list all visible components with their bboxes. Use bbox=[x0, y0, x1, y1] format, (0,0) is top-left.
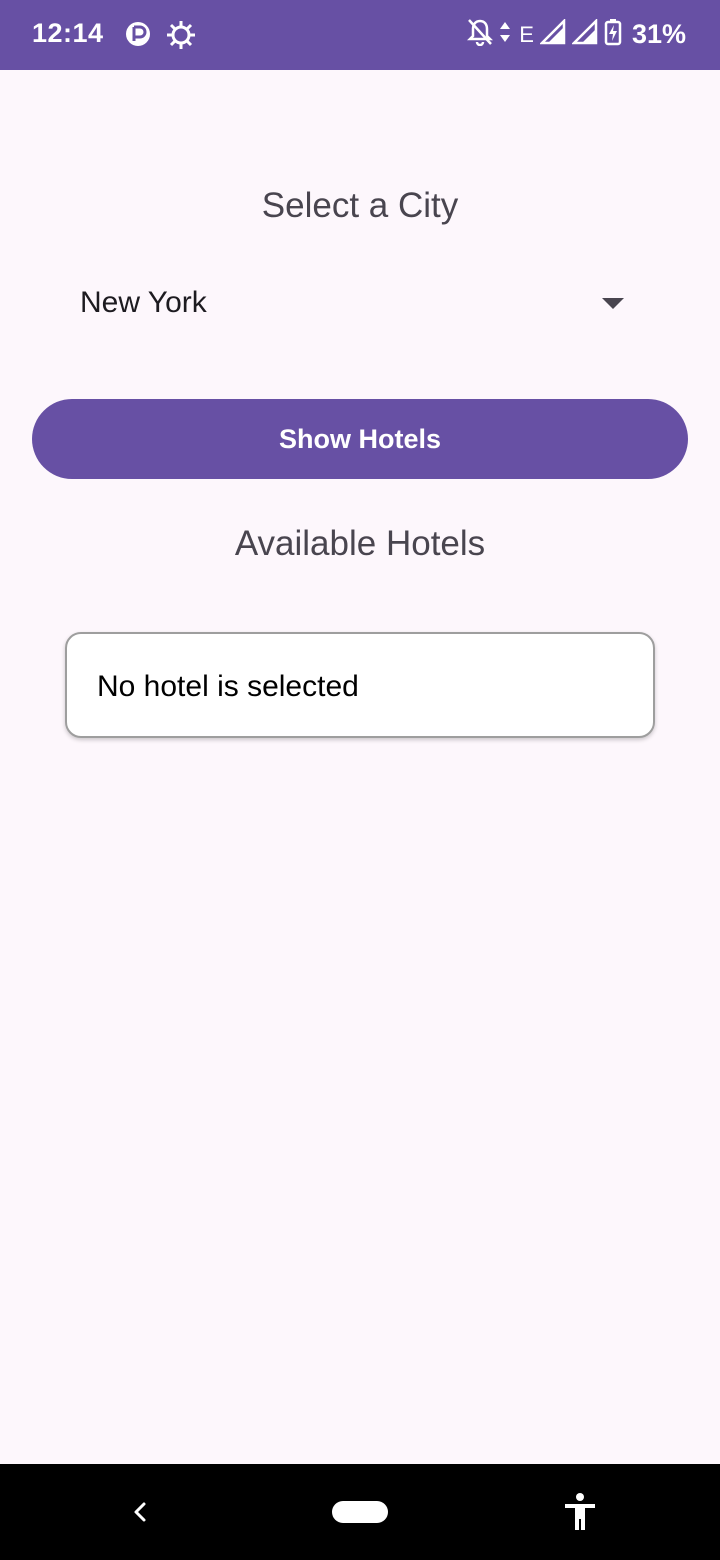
status-time: 12:14 bbox=[32, 18, 104, 48]
city-dropdown[interactable]: New York bbox=[64, 266, 656, 342]
data-saver-icon bbox=[124, 20, 152, 55]
status-right-icons: E 31% bbox=[467, 17, 686, 51]
data-arrows-icon bbox=[499, 20, 511, 49]
battery-charging-icon bbox=[604, 18, 622, 51]
chevron-down-icon bbox=[602, 298, 624, 309]
show-hotels-button[interactable]: Show Hotels bbox=[32, 399, 688, 479]
notifications-off-icon bbox=[467, 18, 494, 51]
signal-icon bbox=[538, 17, 566, 50]
hotel-card: No hotel is selected bbox=[65, 632, 655, 738]
battery-percent: 31% bbox=[631, 19, 686, 49]
network-type-label: E bbox=[519, 21, 534, 47]
hotel-card-text: No hotel is selected bbox=[97, 670, 359, 703]
status-bar: 12:14 E 31% bbox=[0, 0, 720, 70]
accessibility-icon[interactable] bbox=[562, 1492, 598, 1532]
home-button[interactable] bbox=[332, 1501, 388, 1523]
status-left-icons bbox=[124, 20, 196, 55]
app-screen: 12:14 E 31% Select a City New York Show … bbox=[0, 0, 720, 1560]
signal-icon bbox=[570, 17, 598, 50]
back-icon[interactable] bbox=[126, 1498, 154, 1526]
navigation-bar bbox=[0, 1464, 720, 1560]
brightness-icon bbox=[166, 20, 196, 55]
page-title: Select a City bbox=[261, 186, 459, 225]
city-dropdown-value: New York bbox=[80, 286, 207, 319]
section-title: Available Hotels bbox=[234, 524, 486, 563]
